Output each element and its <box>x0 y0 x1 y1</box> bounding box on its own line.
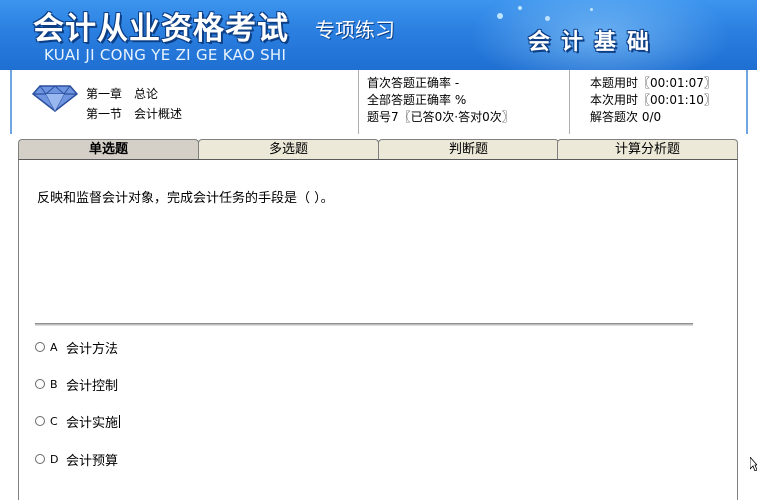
app-subtitle: 专项练习 <box>315 18 395 42</box>
mouse-pointer-icon <box>750 457 757 471</box>
timer-panel: 本题用时〖00:01:07〗 本次用时〖00:01:10〗 解答题次 0/0 <box>590 75 716 126</box>
option-text: 会计实施 <box>66 415 119 431</box>
text-cursor <box>119 414 121 428</box>
app-title: 会计从业资格考试 <box>33 11 289 47</box>
option-b[interactable]: B 会计控制 <box>35 375 119 394</box>
session-timer: 本次用时〖00:01:10〗 <box>590 93 716 107</box>
tab-true-false[interactable]: 判断题 <box>378 139 559 159</box>
option-letter: B <box>50 377 58 391</box>
diamond-icon <box>32 85 78 112</box>
stats-panel: 首次答题正确率 - 全部答题正确率 % 题号7〖已答0次·答对0次〗 <box>358 70 570 134</box>
question-info: 题号7〖已答0次·答对0次〗 <box>367 110 514 124</box>
tab-calculation-analysis[interactable]: 计算分析题 <box>557 139 738 159</box>
overall-accuracy: 全部答题正确率 % <box>367 93 467 107</box>
banner-dot <box>545 16 550 21</box>
radio-button-a[interactable] <box>35 342 45 352</box>
subject-title: 会计基础 <box>528 30 661 55</box>
option-d[interactable]: D 会计预算 <box>35 450 119 469</box>
section-label: 第一节 <box>86 107 123 121</box>
question-timer: 本题用时〖00:01:07〗 <box>590 76 716 90</box>
option-text: 会计预算 <box>66 453 119 469</box>
option-letter: D <box>50 452 59 466</box>
header-banner: 会计从业资格考试 专项练习 KUAI JI CONG YE ZI GE KAO … <box>0 0 757 70</box>
chapter-info: 第一章 总论 第一节 会计概述 <box>86 84 182 124</box>
divider <box>35 323 693 326</box>
banner-dot <box>497 13 503 19</box>
banner-dot <box>590 8 593 11</box>
radio-button-b[interactable] <box>35 379 45 389</box>
answered-count: 解答题次 0/0 <box>590 110 662 124</box>
banner-dot <box>518 6 522 10</box>
app-title-pinyin: KUAI JI CONG YE ZI GE KAO SHI <box>44 46 287 64</box>
question-area: 反映和监督会计对象，完成会计任务的手段是（ ）。 A 会计方法 B 会计控制 C… <box>18 159 738 500</box>
option-text: 会计控制 <box>66 378 119 394</box>
tab-multiple-choice[interactable]: 多选题 <box>198 139 379 159</box>
option-c[interactable]: C 会计实施 <box>35 412 121 431</box>
app-window: 会计从业资格考试 专项练习 KUAI JI CONG YE ZI GE KAO … <box>0 0 757 500</box>
first-accuracy: 首次答题正确率 - <box>367 76 460 90</box>
chapter-name: 总论 <box>134 87 159 101</box>
section-name: 会计概述 <box>134 107 183 121</box>
radio-button-c[interactable] <box>35 416 45 426</box>
option-text: 会计方法 <box>66 341 119 357</box>
question-text: 反映和监督会计对象，完成会计任务的手段是（ ）。 <box>37 191 334 206</box>
info-panel: 第一章 总论 第一节 会计概述 首次答题正确率 - 全部答题正确率 % 题号7〖已答… <box>10 70 748 134</box>
option-a[interactable]: A 会计方法 <box>35 338 119 357</box>
option-letter: A <box>50 340 58 354</box>
question-type-tabs: 单选题 多选题 判断题 计算分析题 <box>18 139 738 159</box>
chapter-label: 第一章 <box>86 87 123 101</box>
option-letter: C <box>50 414 58 428</box>
tab-single-choice[interactable]: 单选题 <box>18 139 199 159</box>
radio-button-d[interactable] <box>35 454 45 464</box>
